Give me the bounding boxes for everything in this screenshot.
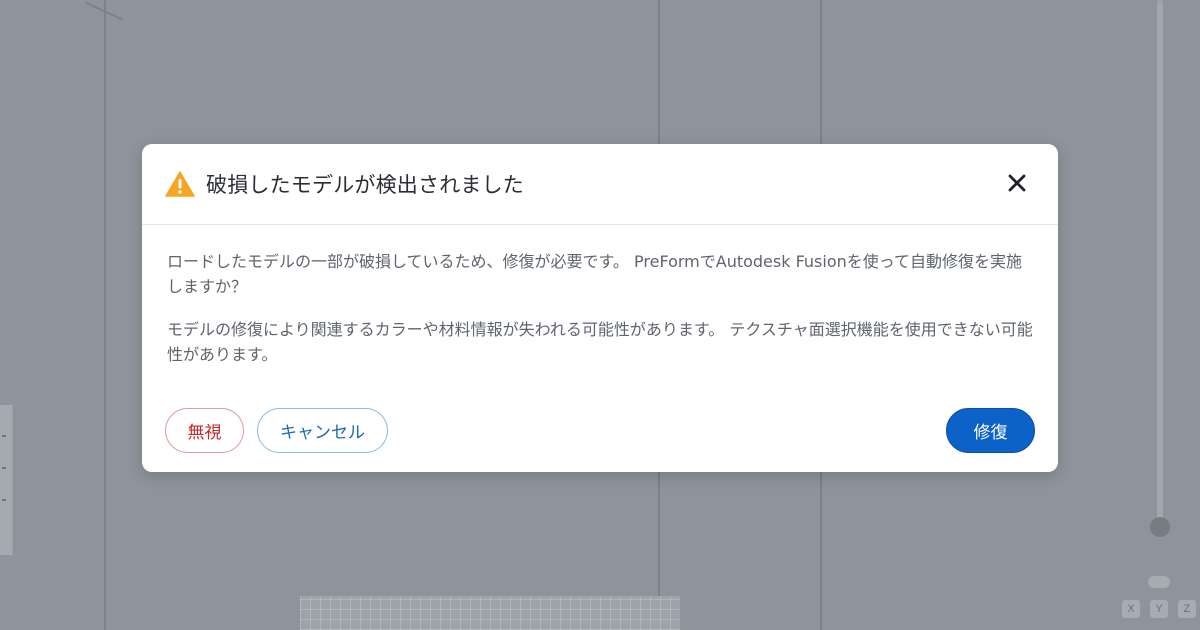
- warning-icon: [165, 171, 195, 197]
- axis-z-button[interactable]: Z: [1178, 600, 1196, 618]
- dialog-header: 破損したモデルが検出されました: [142, 144, 1058, 225]
- cancel-button[interactable]: キャンセル: [257, 408, 388, 453]
- axis-x-button[interactable]: X: [1122, 600, 1140, 618]
- view-eye-icon[interactable]: [1148, 576, 1170, 588]
- close-icon[interactable]: [1004, 170, 1030, 196]
- layer-slider-track[interactable]: [1157, 0, 1163, 530]
- dialog-body: ロードしたモデルの一部が破損しているため、修復が必要です。 PreFormでAu…: [142, 225, 1058, 367]
- dialog-message-repair: ロードしたモデルの一部が破損しているため、修復が必要です。 PreFormでAu…: [167, 252, 1022, 296]
- layer-slider-knob[interactable]: [1150, 517, 1170, 537]
- left-toolbar[interactable]: [0, 405, 13, 555]
- repair-button[interactable]: 修復: [946, 408, 1035, 453]
- build-platform: [300, 596, 680, 630]
- dialog-message-warning: モデルの修復により関連するカラーや材料情報が失われる可能性があります。 テクスチ…: [167, 320, 1033, 364]
- axis-y-button[interactable]: Y: [1150, 600, 1168, 618]
- dialog-title: 破損したモデルが検出されました: [206, 173, 524, 197]
- scene-edge: [104, 0, 106, 630]
- damaged-model-dialog: 破損したモデルが検出されました ロードしたモデルの一部が破損しているため、修復が…: [142, 144, 1058, 472]
- view-axis-widget[interactable]: X Y Z: [1118, 568, 1200, 630]
- dialog-footer: 無視 キャンセル 修復: [165, 408, 1035, 456]
- ignore-button[interactable]: 無視: [165, 408, 244, 453]
